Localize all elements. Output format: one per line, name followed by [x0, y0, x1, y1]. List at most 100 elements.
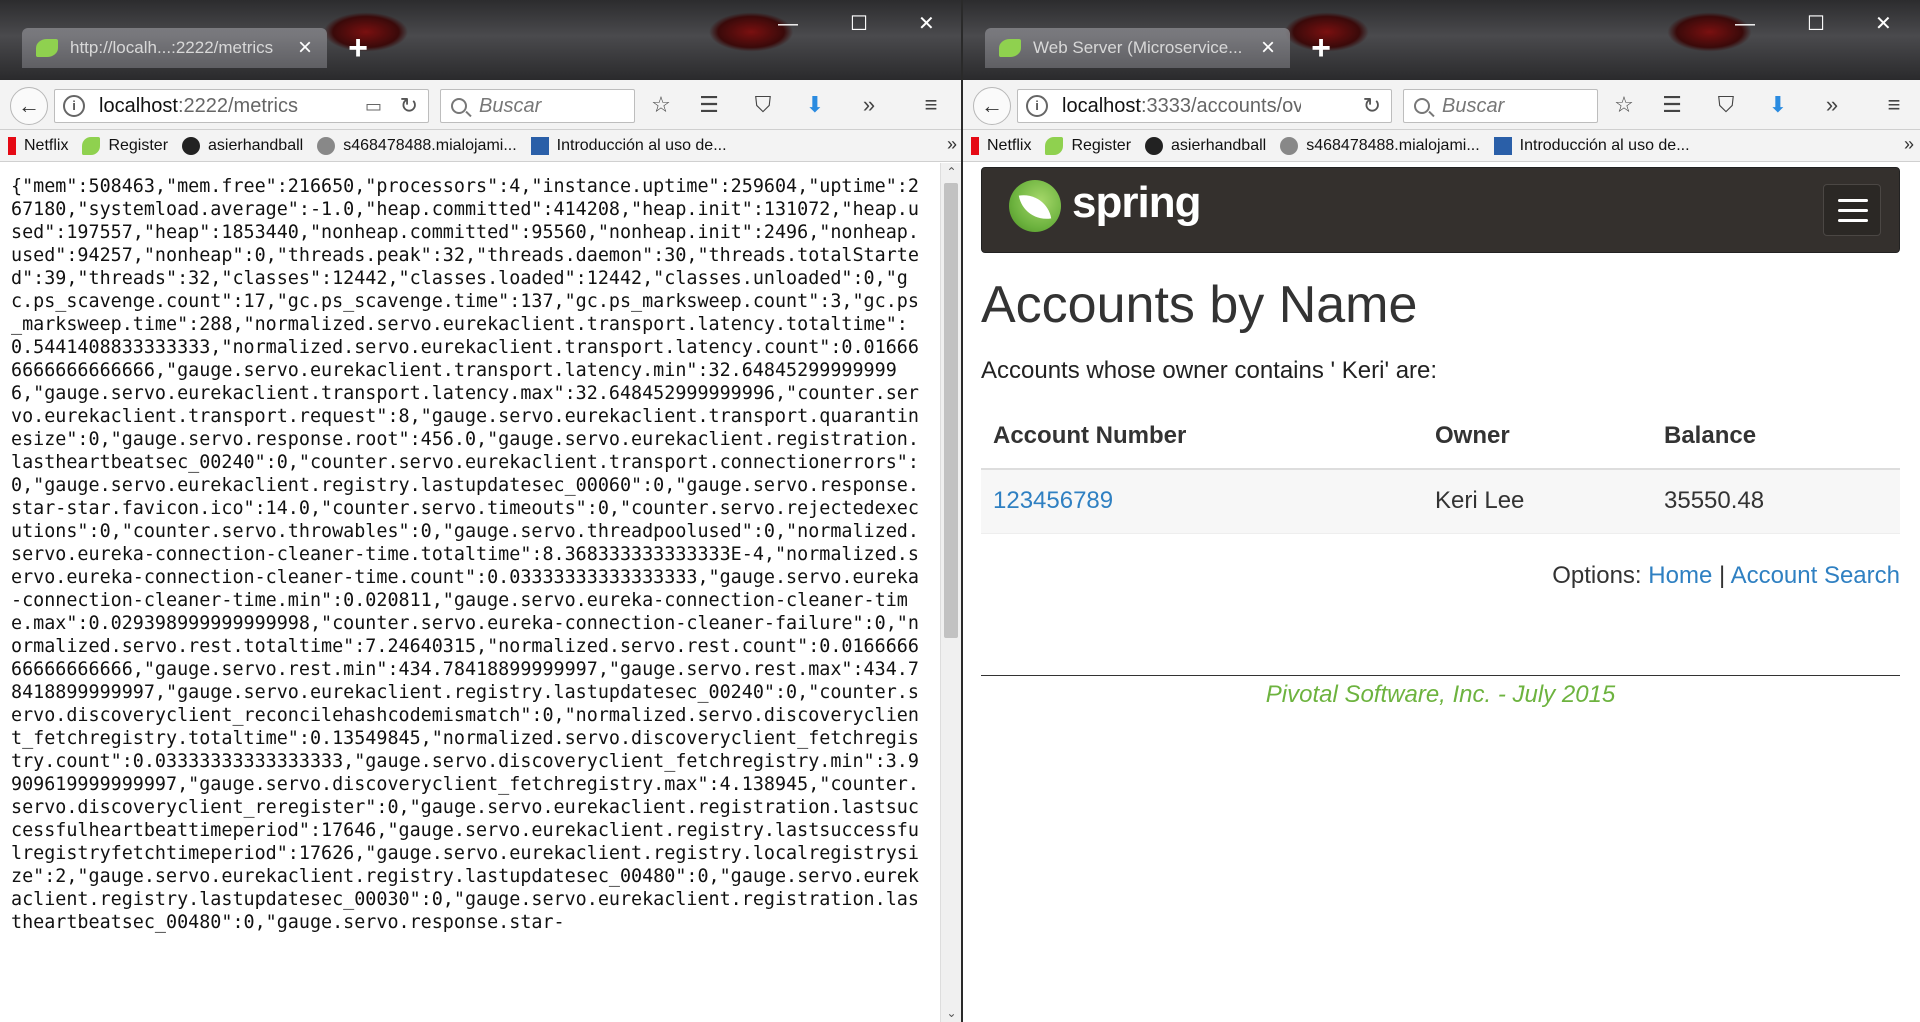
reload-icon[interactable]: ↻ [400, 93, 418, 119]
reload-icon[interactable]: ↻ [1363, 93, 1381, 119]
leaf-icon [1045, 136, 1064, 155]
scroll-up-icon[interactable]: ⌃ [941, 165, 962, 179]
bookmarks-overflow-icon[interactable]: » [1904, 134, 1914, 155]
bookmark-label: Introducción al uso de... [1519, 136, 1690, 154]
close-window-icon[interactable]: ✕ [918, 12, 935, 36]
account-search-link[interactable]: Account Search [1731, 562, 1900, 589]
bookmark-label: asierhandball [1171, 136, 1267, 154]
overflow-chevron-icon[interactable]: » [856, 92, 882, 118]
github-icon [182, 136, 201, 155]
search-input[interactable]: Buscar [440, 89, 635, 123]
navigation-toolbar: ← i localhost:3333/accounts/ov ↻ Buscar … [963, 80, 1920, 130]
bookmarks-overflow-icon[interactable]: » [947, 134, 957, 155]
back-button[interactable]: ← [10, 87, 48, 125]
bookmark-label: s468478488.mialojami... [343, 136, 517, 154]
close-window-icon[interactable]: ✕ [1875, 12, 1892, 36]
spring-logo-icon[interactable] [1009, 180, 1061, 232]
netflix-icon [8, 136, 16, 155]
tab-metrics[interactable]: http://localh...:2222/metrics × [22, 28, 327, 68]
search-placeholder: Buscar [479, 94, 542, 117]
header-owner: Owner [1423, 403, 1652, 470]
download-icon[interactable]: ⬇ [802, 92, 828, 118]
bookmark-mialojami[interactable]: s468478488.mialojami... [1280, 136, 1480, 155]
bookmark-introduccion[interactable]: Introducción al uso de... [530, 136, 727, 155]
close-tab-icon[interactable]: × [1261, 36, 1275, 60]
maximize-icon[interactable]: ☐ [850, 12, 868, 36]
bookmark-register[interactable]: Register [1045, 136, 1132, 155]
leaf-icon [1018, 190, 1052, 224]
accounts-table: Account Number Owner Balance 123456789 K… [981, 403, 1900, 534]
footer-divider [981, 675, 1900, 676]
bookmarks-list-icon[interactable]: ☰ [696, 92, 722, 118]
bookmark-label: Register [108, 136, 169, 154]
bookmark-label: Introducción al uso de... [556, 136, 727, 154]
right-browser-window: Web Server (Microservice... × + — ☐ ✕ ← … [963, 0, 1920, 1022]
search-input[interactable]: Buscar [1403, 89, 1598, 123]
new-tab-button[interactable]: + [1303, 30, 1339, 66]
url-path: :3333/accounts/ov [1140, 94, 1301, 117]
scroll-thumb[interactable] [944, 183, 958, 638]
site-info-icon[interactable]: i [1026, 95, 1048, 117]
navbar-toggle-button[interactable] [1823, 184, 1881, 236]
hamburger-menu-icon[interactable]: ≡ [918, 92, 944, 118]
bookmark-star-icon[interactable]: ☆ [1611, 92, 1637, 118]
metrics-json-text: {"mem":508463,"mem.free":216650,"process… [11, 176, 919, 933]
spring-navbar: spring [981, 167, 1900, 253]
back-button[interactable]: ← [973, 87, 1011, 125]
title-bar: Web Server (Microservice... × + — ☐ ✕ [963, 0, 1920, 80]
spring-brand[interactable]: spring [1072, 178, 1201, 228]
home-link[interactable]: Home [1648, 562, 1712, 589]
maximize-icon[interactable]: ☐ [1807, 12, 1825, 36]
search-placeholder: Buscar [1442, 94, 1505, 117]
url-bar[interactable]: i localhost:2222/metrics ▭ ↻ [54, 89, 429, 123]
tab-title: Web Server (Microservice... [1033, 38, 1243, 57]
minimize-icon[interactable]: — [778, 12, 798, 36]
bookmark-asierhandball[interactable]: asierhandball [1145, 136, 1267, 155]
bookmark-star-icon[interactable]: ☆ [648, 92, 674, 118]
url-path: :2222/metrics [177, 94, 298, 117]
close-tab-icon[interactable]: × [298, 36, 312, 60]
spring-favicon-icon [999, 39, 1021, 57]
bookmark-netflix[interactable]: Netflix [971, 136, 1032, 155]
bookmark-introduccion[interactable]: Introducción al uso de... [1493, 136, 1690, 155]
page-title: Accounts by Name [981, 276, 1418, 334]
pocket-icon[interactable]: ⛉ [750, 92, 776, 118]
overflow-chevron-icon[interactable]: » [1819, 92, 1845, 118]
bookmark-label: Netflix [987, 136, 1032, 154]
bookmarks-list-icon[interactable]: ☰ [1659, 92, 1685, 118]
new-tab-button[interactable]: + [340, 30, 376, 66]
bookmark-asierhandball[interactable]: asierhandball [182, 136, 304, 155]
vertical-scrollbar[interactable]: ⌃ ⌄ [940, 163, 961, 1022]
bookmark-label: s468478488.mialojami... [1306, 136, 1480, 154]
title-bar: http://localh...:2222/metrics × + — ☐ ✕ [0, 0, 963, 80]
bookmark-label: asierhandball [208, 136, 304, 154]
pocket-icon[interactable]: ⛉ [1713, 92, 1739, 118]
site-info-icon[interactable]: i [63, 95, 85, 117]
spring-page: spring Accounts by Name Accounts whose o… [963, 163, 1920, 1022]
minimize-icon[interactable]: — [1735, 12, 1755, 36]
navigation-toolbar: ← i localhost:2222/metrics ▭ ↻ Buscar ☆ … [0, 80, 963, 130]
header-account-number: Account Number [981, 403, 1423, 470]
header-balance: Balance [1652, 403, 1900, 470]
scroll-down-icon[interactable]: ⌄ [941, 1006, 962, 1020]
bookmark-label: Register [1071, 136, 1132, 154]
account-number-link[interactable]: 123456789 [993, 487, 1113, 514]
download-icon[interactable]: ⬇ [1765, 92, 1791, 118]
options-separator: | [1718, 562, 1726, 589]
leaf-icon [82, 136, 101, 155]
owner-cell: Keri Lee [1423, 469, 1652, 534]
tab-web-server[interactable]: Web Server (Microservice... × [985, 28, 1290, 68]
bookmark-mialojami[interactable]: s468478488.mialojami... [317, 136, 517, 155]
spring-favicon-icon [36, 39, 58, 57]
menu-bar-icon [1838, 219, 1868, 222]
bookmark-netflix[interactable]: Netflix [8, 136, 68, 155]
page-footer: Pivotal Software, Inc. - July 2015 [1265, 681, 1616, 708]
url-bar[interactable]: i localhost:3333/accounts/ov ↻ [1017, 89, 1392, 123]
hamburger-menu-icon[interactable]: ≡ [1881, 92, 1907, 118]
page-subtitle: Accounts whose owner contains ' Keri' ar… [981, 357, 1438, 384]
reader-view-icon[interactable]: ▭ [365, 96, 382, 117]
globe-icon [317, 136, 336, 155]
building-icon [530, 136, 549, 155]
bookmark-register[interactable]: Register [82, 136, 169, 155]
bookmarks-bar: Netflix Register asierhandball s46847848… [0, 130, 963, 162]
